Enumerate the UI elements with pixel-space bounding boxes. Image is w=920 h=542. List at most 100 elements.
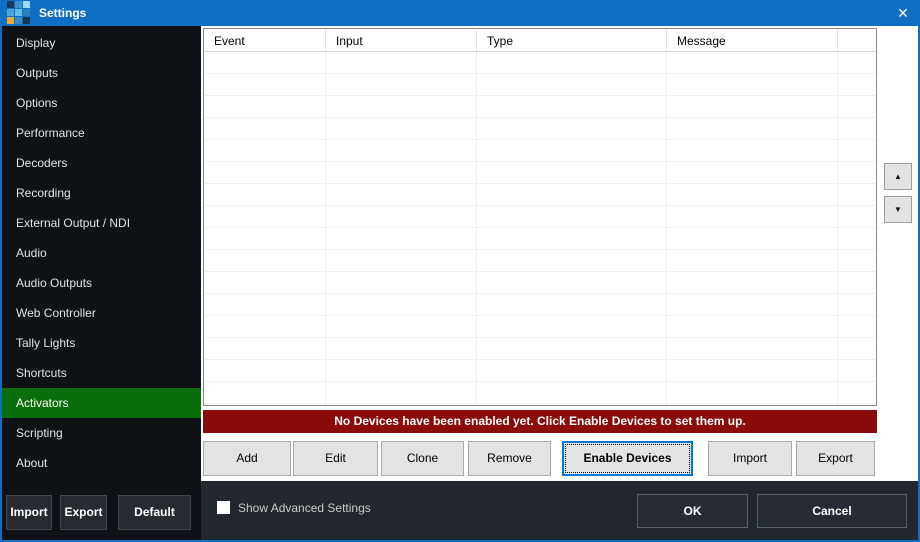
sidebar-item-web-controller[interactable]: Web Controller [2, 298, 201, 328]
app-logo-icon [7, 1, 31, 25]
remove-button[interactable]: Remove [468, 441, 551, 476]
sidebar-item-options[interactable]: Options [2, 88, 201, 118]
table-cell [477, 96, 667, 117]
column-header-message[interactable]: Message [667, 30, 838, 51]
table-row[interactable] [204, 316, 876, 338]
table-row[interactable] [204, 250, 876, 272]
sidebar-item-decoders[interactable]: Decoders [2, 148, 201, 178]
sidebar-item-activators[interactable]: Activators [2, 388, 201, 418]
table-cell [326, 338, 477, 359]
ok-button[interactable]: OK [637, 494, 748, 528]
window-title: Settings [39, 6, 86, 20]
add-button[interactable]: Add [203, 441, 291, 476]
table-cell [204, 140, 326, 161]
column-header-input[interactable]: Input [326, 30, 477, 51]
table-row[interactable] [204, 228, 876, 250]
table-row[interactable] [204, 118, 876, 140]
table-cell [204, 162, 326, 183]
down-arrow-icon: ▼ [894, 205, 902, 214]
enable-devices-button[interactable]: Enable Devices [562, 441, 693, 476]
window-body: Display Outputs Options Performance Deco… [2, 26, 918, 540]
sidebar-import-button[interactable]: Import [6, 495, 52, 530]
table-cell [204, 338, 326, 359]
show-advanced-settings-checkbox[interactable] [217, 501, 230, 514]
table-row[interactable] [204, 184, 876, 206]
table-cell [204, 272, 326, 293]
up-arrow-icon: ▲ [894, 172, 902, 181]
table-cell [667, 294, 838, 315]
move-up-button[interactable]: ▲ [884, 163, 912, 190]
table-row[interactable] [204, 52, 876, 74]
dialog-footer: Show Advanced Settings OK Cancel [201, 481, 918, 540]
table-row[interactable] [204, 382, 876, 404]
table-cell [204, 52, 326, 73]
table-cell [667, 316, 838, 337]
sidebar-item-about[interactable]: About [2, 448, 201, 478]
table-cell [326, 404, 477, 406]
table-row[interactable] [204, 294, 876, 316]
table-cell [838, 74, 876, 95]
table-cell [667, 118, 838, 139]
table-row[interactable] [204, 206, 876, 228]
table-row[interactable] [204, 360, 876, 382]
table-cell [204, 206, 326, 227]
table-cell [838, 162, 876, 183]
table-cell [326, 294, 477, 315]
close-icon[interactable]: ✕ [892, 3, 914, 23]
sidebar-item-performance[interactable]: Performance [2, 118, 201, 148]
cancel-button[interactable]: Cancel [757, 494, 907, 528]
table-cell [204, 184, 326, 205]
sidebar-export-button[interactable]: Export [60, 495, 107, 530]
table-cell [477, 74, 667, 95]
clone-button[interactable]: Clone [381, 441, 464, 476]
sidebar-item-display[interactable]: Display [2, 28, 201, 58]
table-cell [838, 404, 876, 406]
table-cell [477, 52, 667, 73]
table-body [204, 52, 876, 406]
table-cell [477, 162, 667, 183]
table-cell [838, 294, 876, 315]
sidebar-item-recording[interactable]: Recording [2, 178, 201, 208]
activators-list[interactable]: Event Input Type Message [203, 28, 877, 406]
table-cell [326, 206, 477, 227]
sidebar-item-outputs[interactable]: Outputs [2, 58, 201, 88]
column-header-type[interactable]: Type [477, 30, 667, 51]
sidebar-item-scripting[interactable]: Scripting [2, 418, 201, 448]
sidebar-item-audio-outputs[interactable]: Audio Outputs [2, 268, 201, 298]
table-row[interactable] [204, 404, 876, 406]
edit-button[interactable]: Edit [293, 441, 378, 476]
table-cell [477, 382, 667, 403]
table-row[interactable] [204, 140, 876, 162]
table-row[interactable] [204, 96, 876, 118]
table-cell [326, 360, 477, 381]
table-cell [667, 250, 838, 271]
table-row[interactable] [204, 272, 876, 294]
sidebar-default-button[interactable]: Default [118, 495, 191, 530]
table-cell [838, 250, 876, 271]
column-header-event[interactable]: Event [204, 30, 326, 51]
table-row[interactable] [204, 74, 876, 96]
move-down-button[interactable]: ▼ [884, 196, 912, 223]
sidebar-item-shortcuts[interactable]: Shortcuts [2, 358, 201, 388]
sidebar-item-external-output-ndi[interactable]: External Output / NDI [2, 208, 201, 238]
table-cell [838, 96, 876, 117]
table-cell [204, 294, 326, 315]
table-cell [326, 316, 477, 337]
export-button[interactable]: Export [796, 441, 875, 476]
table-cell [838, 360, 876, 381]
sidebar-item-tally-lights[interactable]: Tally Lights [2, 328, 201, 358]
table-cell [204, 316, 326, 337]
table-row[interactable] [204, 162, 876, 184]
table-cell [667, 272, 838, 293]
table-cell [477, 140, 667, 161]
table-cell [326, 382, 477, 403]
table-cell [838, 316, 876, 337]
table-header-row: Event Input Type Message [204, 29, 876, 52]
table-row[interactable] [204, 338, 876, 360]
import-button[interactable]: Import [708, 441, 792, 476]
table-cell [477, 338, 667, 359]
table-cell [326, 228, 477, 249]
table-cell [838, 184, 876, 205]
table-cell [838, 140, 876, 161]
sidebar-item-audio[interactable]: Audio [2, 238, 201, 268]
